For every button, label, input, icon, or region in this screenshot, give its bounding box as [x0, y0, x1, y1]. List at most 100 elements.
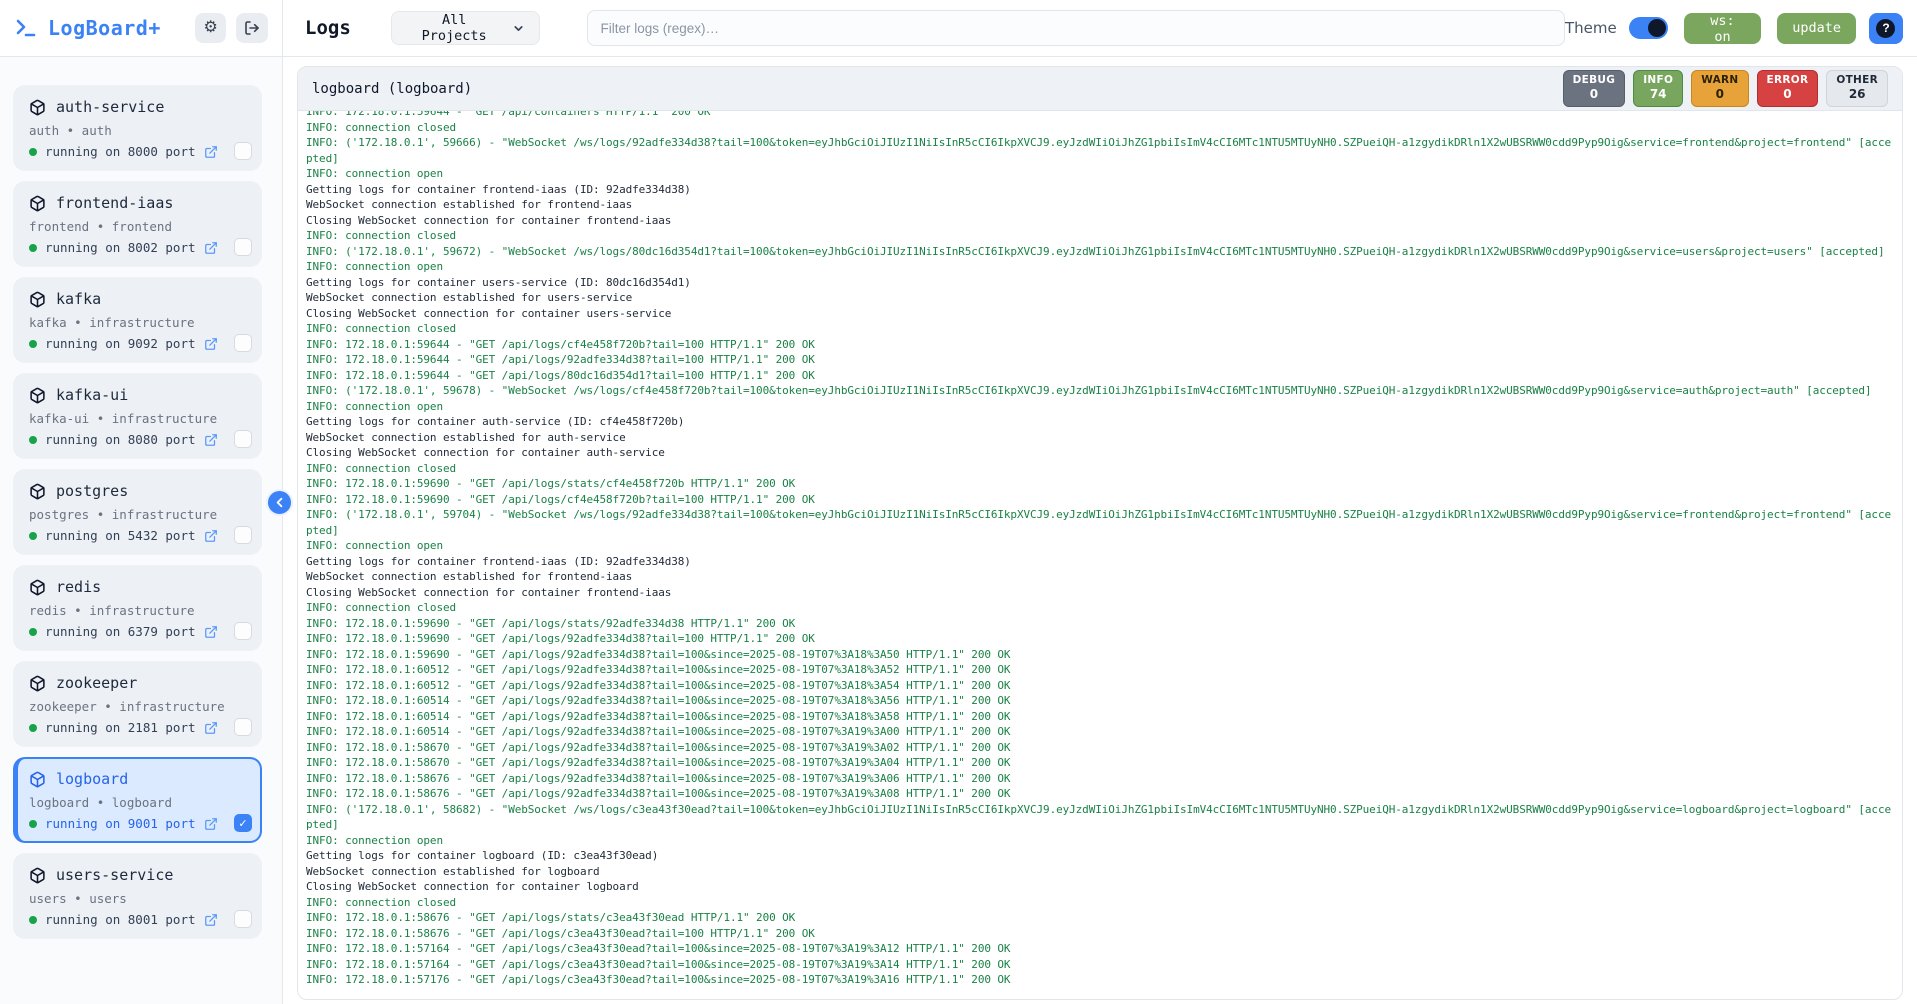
package-icon [29, 579, 46, 596]
service-card-header: zookeeper [29, 674, 246, 692]
log-line: WebSocket connection established for fro… [306, 569, 1894, 585]
log-line: INFO: 172.18.0.1:60514 - "GET /api/logs/… [306, 724, 1894, 740]
log-panel: logboard (logboard) DEBUG 0 INFO 74 WARN… [297, 66, 1903, 1000]
service-checkbox[interactable]: ✓ [234, 142, 252, 160]
service-card[interactable]: frontend-iaas frontend • frontend runnin… [13, 181, 262, 267]
websocket-status-button[interactable]: ws: on [1684, 13, 1761, 44]
app-title: LogBoard+ [48, 16, 161, 40]
package-icon [29, 483, 46, 500]
log-line: INFO: 172.18.0.1:59690 - "GET /api/logs/… [306, 647, 1894, 663]
service-card[interactable]: zookeeper zookeeper • infrastructure run… [13, 661, 262, 747]
external-link-icon[interactable] [204, 913, 218, 927]
service-meta: users • users [29, 891, 246, 906]
status-dot-icon [29, 916, 37, 924]
log-line: WebSocket connection established for aut… [306, 430, 1894, 446]
service-card[interactable]: kafka-ui kafka-ui • infrastructure runni… [13, 373, 262, 459]
logout-button[interactable] [236, 13, 268, 43]
service-name: postgres [56, 482, 128, 500]
level-badge[interactable]: WARN 0 [1691, 70, 1748, 107]
external-link-icon[interactable] [204, 433, 218, 447]
theme-toggle[interactable] [1629, 17, 1668, 39]
log-line: Getting logs for container frontend-iaas… [306, 554, 1894, 570]
log-line: INFO: 172.18.0.1:57164 - "GET /api/logs/… [306, 957, 1894, 973]
level-badge-label: DEBUG [1573, 74, 1616, 87]
log-line: INFO: connection closed [306, 321, 1894, 337]
status-dot-icon [29, 532, 37, 540]
external-link-icon[interactable] [204, 337, 218, 351]
service-status: running on 6379 port [29, 624, 246, 639]
package-icon [29, 867, 46, 884]
service-card-header: postgres [29, 482, 246, 500]
log-line: WebSocket connection established for fro… [306, 197, 1894, 213]
top-bar: LogBoard+ ⚙ Logs All Projects Theme ws: … [0, 0, 1917, 57]
topbar-main: Logs All Projects Theme ws: on update ? [283, 0, 1917, 56]
log-line: WebSocket connection established for use… [306, 290, 1894, 306]
service-card[interactable]: redis redis • infrastructure running on … [13, 565, 262, 651]
update-button[interactable]: update [1777, 13, 1856, 44]
service-checkbox[interactable]: ✓ [234, 430, 252, 448]
level-badge-count: 74 [1643, 87, 1673, 102]
log-line: INFO: 172.18.0.1:60514 - "GET /api/logs/… [306, 693, 1894, 709]
service-card[interactable]: users-service users • users running on 8… [13, 853, 262, 939]
sidebar-collapse-button[interactable] [266, 489, 293, 516]
log-line: INFO: connection closed [306, 228, 1894, 244]
service-card[interactable]: kafka kafka • infrastructure running on … [13, 277, 262, 363]
log-scroll-area[interactable]: INFO: 172.18.0.1:59644 - "GET /api/conta… [298, 111, 1902, 1000]
log-line: INFO: 172.18.0.1:58676 - "GET /api/logs/… [306, 926, 1894, 942]
level-badge[interactable]: INFO 74 [1633, 70, 1683, 107]
service-checkbox[interactable]: ✓ [234, 910, 252, 928]
package-icon [29, 387, 46, 404]
external-link-icon[interactable] [204, 529, 218, 543]
service-name: logboard [56, 770, 128, 788]
service-status: running on 2181 port [29, 720, 246, 735]
level-badge[interactable]: ERROR 0 [1757, 70, 1819, 107]
log-line: Closing WebSocket connection for contain… [306, 213, 1894, 229]
service-checkbox[interactable]: ✓ [234, 814, 252, 832]
service-status: running on 5432 port [29, 528, 246, 543]
external-link-icon[interactable] [204, 241, 218, 255]
terminal-icon [14, 16, 38, 40]
external-link-icon[interactable] [204, 625, 218, 639]
service-status-text: running on 8002 port [45, 240, 196, 255]
service-card[interactable]: auth-service auth • auth running on 8000… [13, 85, 262, 171]
level-badge[interactable]: DEBUG 0 [1563, 70, 1626, 107]
log-line: INFO: 172.18.0.1:59644 - "GET /api/conta… [306, 111, 1894, 120]
service-checkbox[interactable]: ✓ [234, 622, 252, 640]
log-line: Getting logs for container users-service… [306, 275, 1894, 291]
service-checkbox[interactable]: ✓ [234, 334, 252, 352]
service-meta: logboard • logboard [29, 795, 246, 810]
service-checkbox[interactable]: ✓ [234, 718, 252, 736]
external-link-icon[interactable] [204, 145, 218, 159]
log-line: INFO: 172.18.0.1:59690 - "GET /api/logs/… [306, 616, 1894, 632]
package-icon [29, 99, 46, 116]
project-filter-dropdown[interactable]: All Projects [391, 11, 540, 45]
theme-toggle-knob [1648, 19, 1666, 37]
log-line: INFO: ('172.18.0.1', 58682) - "WebSocket… [306, 802, 1894, 833]
service-status: running on 8000 port [29, 144, 246, 159]
level-badge[interactable]: OTHER 26 [1826, 70, 1888, 107]
help-button[interactable]: ? [1869, 13, 1903, 44]
external-link-icon[interactable] [204, 817, 218, 831]
settings-button[interactable]: ⚙ [195, 13, 227, 43]
service-name: kafka-ui [56, 386, 128, 404]
service-card-header: logboard [29, 770, 246, 788]
question-mark-icon: ? [1876, 19, 1895, 38]
service-card-header: redis [29, 578, 246, 596]
service-name: frontend-iaas [56, 194, 173, 212]
log-filter-input[interactable] [587, 10, 1566, 46]
package-icon [29, 771, 46, 788]
service-checkbox[interactable]: ✓ [234, 238, 252, 256]
log-panel-title: logboard (logboard) [312, 81, 472, 97]
service-card[interactable]: logboard logboard • logboard running on … [13, 757, 262, 843]
service-card[interactable]: postgres postgres • infrastructure runni… [13, 469, 262, 555]
log-line: INFO: 172.18.0.1:57164 - "GET /api/logs/… [306, 941, 1894, 957]
log-line: INFO: connection closed [306, 461, 1894, 477]
log-line: INFO: 172.18.0.1:58676 - "GET /api/logs/… [306, 771, 1894, 787]
log-line: INFO: connection closed [306, 895, 1894, 911]
status-dot-icon [29, 628, 37, 636]
external-link-icon[interactable] [204, 721, 218, 735]
service-checkbox[interactable]: ✓ [234, 526, 252, 544]
log-line: INFO: 172.18.0.1:57176 - "GET /api/logs/… [306, 972, 1894, 988]
log-line: INFO: 172.18.0.1:59644 - "GET /api/logs/… [306, 337, 1894, 353]
service-card-header: users-service [29, 866, 246, 884]
